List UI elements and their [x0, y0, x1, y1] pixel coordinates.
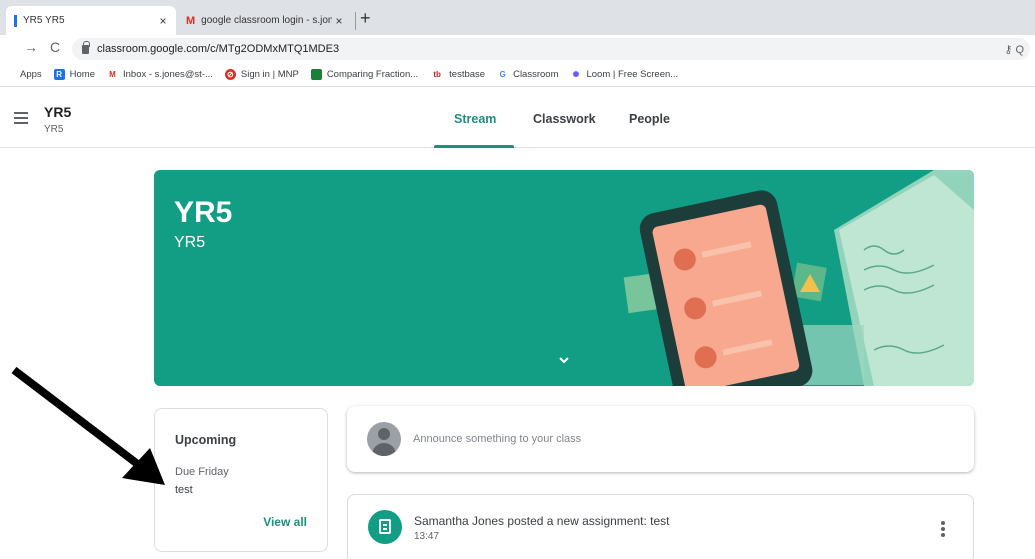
menu-icon[interactable] — [14, 112, 28, 124]
bookmark-classroom[interactable]: G Classroom — [497, 69, 558, 80]
banner-title[interactable]: YR5 — [174, 196, 232, 230]
tb-icon: tb — [430, 69, 445, 80]
assignment-icon — [368, 510, 402, 544]
tab-title: google classroom login - s.jones — [201, 15, 332, 26]
class-banner: YR5 YR5 — [154, 170, 974, 386]
announce-placeholder[interactable]: Announce something to your class — [413, 433, 581, 445]
upcoming-title: Upcoming — [175, 433, 237, 447]
url-bar[interactable]: classroom.google.com/c/MTg2ODMxMTQ1MDE3 … — [72, 38, 1030, 60]
classroom-favicon-icon — [14, 14, 17, 27]
bookmark-inbox[interactable]: M Inbox - s.jones@st-... — [107, 69, 213, 80]
post-title[interactable]: Samantha Jones posted a new assignment: … — [414, 514, 670, 528]
r-logo-icon: R — [53, 69, 65, 80]
class-section: YR5 — [44, 124, 64, 135]
more-options-icon[interactable] — [941, 521, 945, 537]
gmail-favicon-icon: M — [186, 14, 196, 27]
key-zoom-icon[interactable]: ⚷ Q — [1004, 43, 1024, 56]
gmail-icon: M — [107, 69, 118, 80]
screen: YR5 YR5 × M google classroom login - s.j… — [0, 0, 1035, 559]
bookmark-label: Loom | Free Screen... — [586, 69, 679, 80]
bookmark-label: testbase — [449, 69, 486, 80]
banner-subtitle: YR5 — [174, 234, 206, 251]
tab-classwork[interactable]: Classwork — [533, 112, 596, 126]
bookmarks-bar: Apps R Home M Inbox - s.jones@st-... ⊘ S… — [0, 63, 1035, 87]
url-text: classroom.google.com/c/MTg2ODMxMTQ1MDE3 — [97, 43, 340, 55]
tab-title: YR5 YR5 — [23, 15, 65, 26]
bookmark-label: Comparing Fraction... — [326, 69, 419, 80]
browser-tab-gmail[interactable]: M google classroom login - s.jones × — [180, 6, 352, 35]
bookmark-home[interactable]: R Home — [53, 69, 95, 80]
bookmark-fractions[interactable]: Comparing Fraction... — [310, 69, 419, 80]
avatar — [367, 422, 401, 456]
stream-post[interactable]: Samantha Jones posted a new assignment: … — [347, 494, 974, 559]
reload-button[interactable]: C — [50, 39, 60, 55]
upcoming-card: Upcoming Due Friday test View all — [154, 408, 328, 552]
active-tab-indicator — [434, 145, 514, 148]
forward-button[interactable]: → — [24, 39, 38, 55]
chevron-down-icon[interactable] — [558, 354, 570, 366]
tab-people[interactable]: People — [629, 112, 670, 126]
view-all-link[interactable]: View all — [263, 515, 307, 529]
tab-stream[interactable]: Stream — [454, 112, 496, 126]
bookmark-label: Apps — [20, 69, 42, 80]
browser-tab-classroom[interactable]: YR5 YR5 × — [6, 6, 176, 35]
fraction-icon — [310, 69, 322, 80]
bookmark-label: Inbox - s.jones@st-... — [123, 69, 213, 80]
mnp-icon: ⊘ — [224, 69, 236, 80]
tab-separator — [355, 12, 356, 30]
banner-illustration — [623, 170, 974, 386]
tab-close-icon[interactable]: × — [332, 14, 346, 28]
browser-tabstrip: YR5 YR5 × M google classroom login - s.j… — [0, 0, 1035, 35]
bookmark-label: Classroom — [513, 69, 559, 80]
class-name[interactable]: YR5 — [44, 104, 71, 120]
lock-icon — [82, 40, 90, 54]
bookmark-testbase[interactable]: tb testbase — [430, 69, 485, 80]
bookmark-label: Home — [69, 69, 95, 80]
bookmark-loom[interactable]: ✺ Loom | Free Screen... — [570, 69, 678, 80]
bookmark-apps[interactable]: Apps — [20, 69, 42, 80]
google-g-icon: G — [497, 69, 509, 80]
classroom-header: YR5 YR5 Stream Classwork People — [0, 88, 1035, 148]
announce-box[interactable]: Announce something to your class — [347, 406, 974, 472]
new-tab-button[interactable]: + — [360, 8, 371, 29]
loom-icon: ✺ — [570, 69, 582, 80]
upcoming-item[interactable]: test — [175, 484, 193, 496]
address-row: → C classroom.google.com/c/MTg2ODMxMTQ1M… — [0, 35, 1035, 63]
tab-close-icon[interactable]: × — [156, 14, 170, 28]
bookmark-label: Sign in | MNP — [240, 69, 299, 80]
post-time: 13:47 — [414, 531, 440, 542]
bookmark-mnp[interactable]: ⊘ Sign in | MNP — [224, 69, 299, 80]
upcoming-due: Due Friday — [175, 466, 229, 478]
